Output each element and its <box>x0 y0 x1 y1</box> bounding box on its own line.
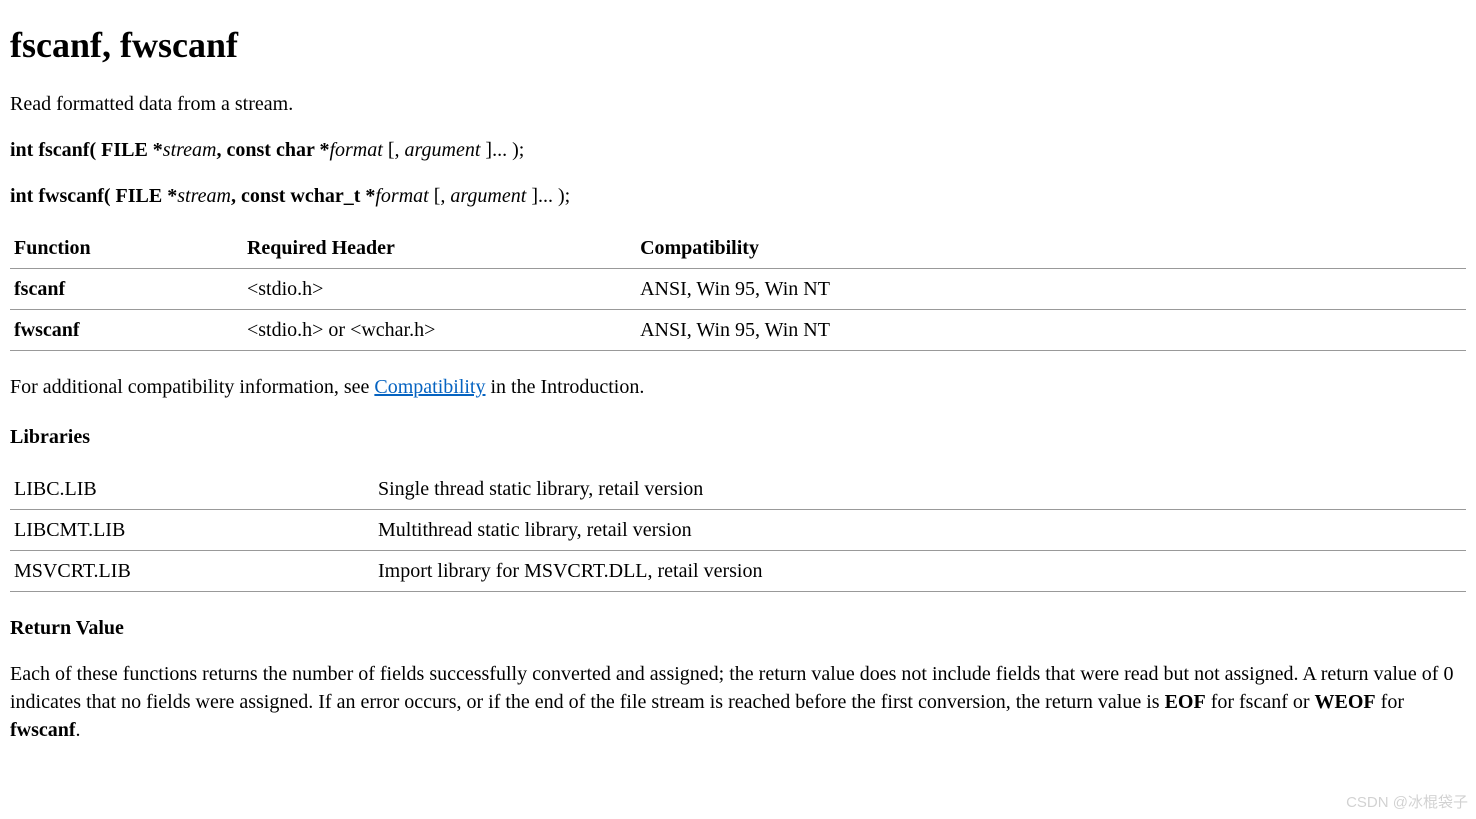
cell-lib-name: LIBC.LIB <box>10 469 374 510</box>
cell-function: fwscanf <box>10 310 243 351</box>
rv-part: for <box>1376 691 1404 713</box>
cell-lib-desc: Multithread static library, retail versi… <box>374 510 1466 551</box>
header-compatibility: Compatibility <box>636 228 1466 269</box>
rv-part: WEOF <box>1315 691 1376 713</box>
rv-part: EOF <box>1165 691 1206 713</box>
watermark: CSDN @冰棍袋子 <box>1346 792 1468 813</box>
return-value-text: Each of these functions returns the numb… <box>10 660 1466 744</box>
return-value-heading: Return Value <box>10 614 1466 642</box>
cell-lib-name: MSVCRT.LIB <box>10 551 374 592</box>
rv-part: . <box>76 719 81 741</box>
sig-part: ]... ); <box>531 185 570 207</box>
compatibility-link[interactable]: Compatibility <box>374 376 485 398</box>
sig-part: ]... ); <box>485 139 524 161</box>
table-row: LIBC.LIB Single thread static library, r… <box>10 469 1466 510</box>
compatibility-note: For additional compatibility information… <box>10 373 1466 401</box>
compat-note-after: in the Introduction. <box>486 376 645 398</box>
compat-note-before: For additional compatibility information… <box>10 376 374 398</box>
cell-lib-desc: Single thread static library, retail ver… <box>374 469 1466 510</box>
signature-fscanf: int fscanf( FILE *stream, const char *fo… <box>10 136 1466 164</box>
table-header-row: Function Required Header Compatibility <box>10 228 1466 269</box>
header-function: Function <box>10 228 243 269</box>
sig-part: , argument <box>394 139 485 161</box>
signature-fwscanf: int fwscanf( FILE *stream, const wchar_t… <box>10 182 1466 210</box>
table-row: fwscanf <stdio.h> or <wchar.h> ANSI, Win… <box>10 310 1466 351</box>
sig-part: , const wchar_t * <box>231 185 375 207</box>
cell-lib-desc: Import library for MSVCRT.DLL, retail ve… <box>374 551 1466 592</box>
table-row: MSVCRT.LIB Import library for MSVCRT.DLL… <box>10 551 1466 592</box>
compatibility-table: Function Required Header Compatibility f… <box>10 228 1466 351</box>
cell-compatibility: ANSI, Win 95, Win NT <box>636 310 1466 351</box>
rv-part: for fscanf or <box>1206 691 1315 713</box>
sig-part: int fwscanf( FILE * <box>10 185 177 207</box>
page-title: fscanf, fwscanf <box>10 20 1466 70</box>
table-row: fscanf <stdio.h> ANSI, Win 95, Win NT <box>10 269 1466 310</box>
sig-part: , argument <box>440 185 531 207</box>
cell-function: fscanf <box>10 269 243 310</box>
intro-text: Read formatted data from a stream. <box>10 90 1466 118</box>
libraries-table: LIBC.LIB Single thread static library, r… <box>10 469 1466 592</box>
cell-lib-name: LIBCMT.LIB <box>10 510 374 551</box>
sig-part: stream <box>177 185 231 207</box>
sig-part: , const char * <box>217 139 330 161</box>
header-required-header: Required Header <box>243 228 636 269</box>
rv-part: fwscanf <box>10 719 76 741</box>
cell-compatibility: ANSI, Win 95, Win NT <box>636 269 1466 310</box>
sig-part: format <box>329 139 387 161</box>
cell-required-header: <stdio.h> or <wchar.h> <box>243 310 636 351</box>
libraries-heading: Libraries <box>10 423 1466 451</box>
sig-part: stream <box>163 139 217 161</box>
sig-part: int fscanf( FILE * <box>10 139 163 161</box>
sig-part: format <box>375 185 433 207</box>
cell-required-header: <stdio.h> <box>243 269 636 310</box>
table-row: LIBCMT.LIB Multithread static library, r… <box>10 510 1466 551</box>
